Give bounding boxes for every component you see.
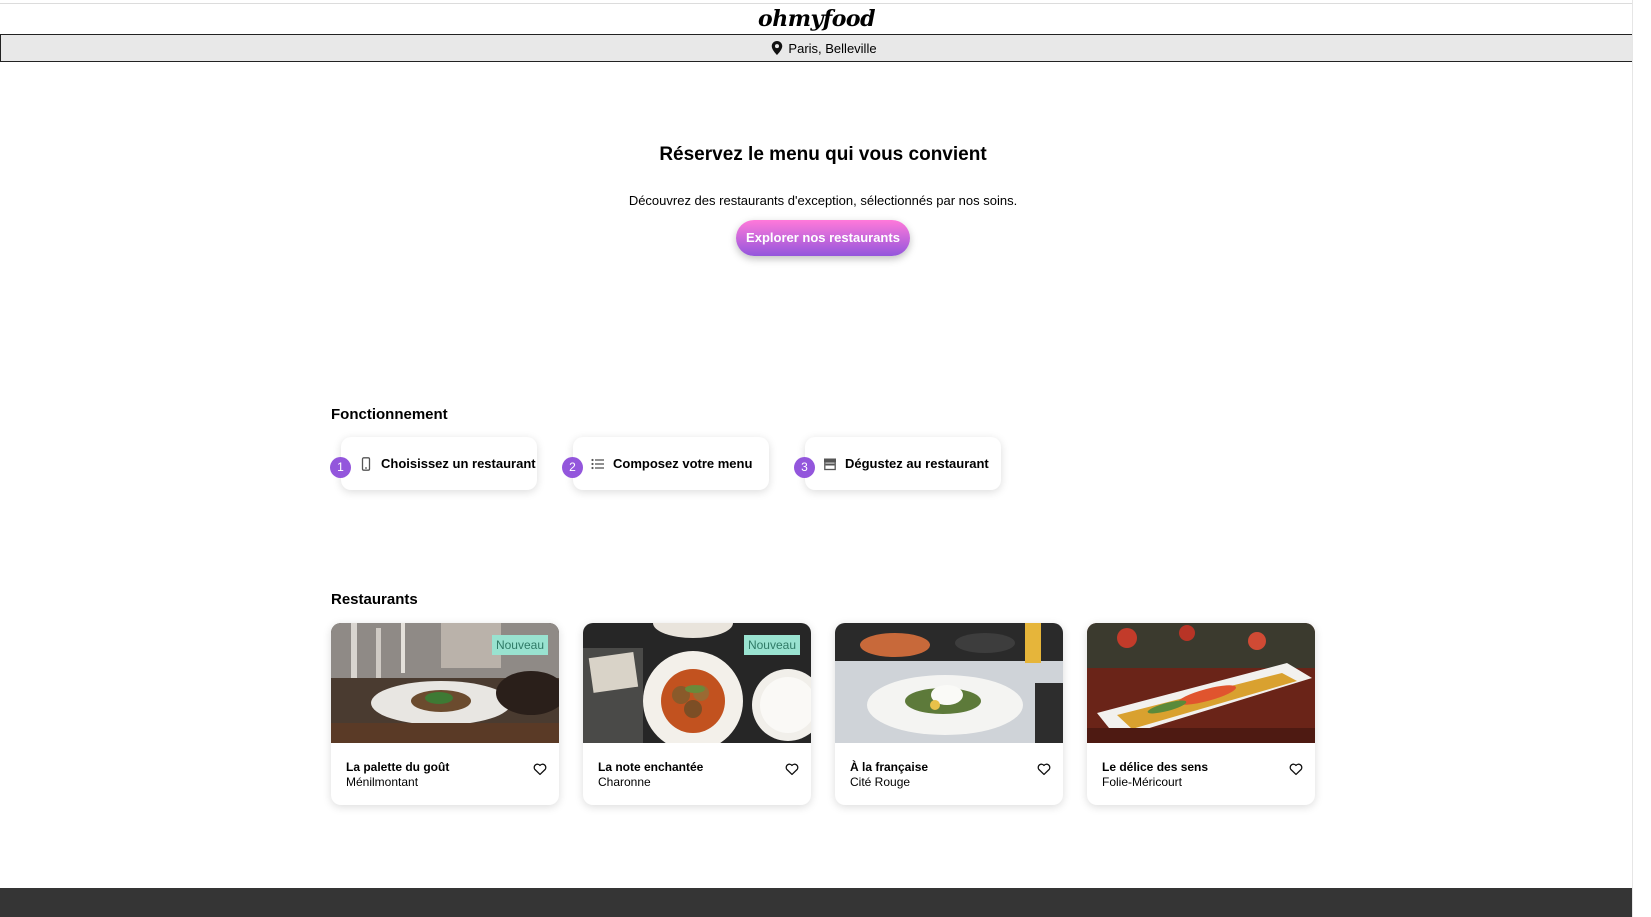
mobile-phone-icon — [361, 456, 371, 471]
restaurant-card-delice-des-sens[interactable]: Le délice des sens Folie-Méricourt — [1087, 623, 1315, 805]
page: ohmyfood Paris, Belleville Réservez le m… — [0, 0, 1651, 917]
step-compose-menu: 2 Composez votre menu — [562, 437, 769, 490]
explore-restaurants-button[interactable]: Explorer nos restaurants — [736, 220, 910, 256]
restaurant-area: Ménilmontant — [346, 775, 419, 789]
list-icon — [591, 458, 604, 469]
heart-outline-icon[interactable] — [1037, 762, 1051, 776]
restaurant-area: Cité Rouge — [850, 775, 911, 789]
hero-subtitle: Découvrez des restaurants d'exception, s… — [628, 193, 1018, 208]
restaurant-name: À la française — [850, 760, 929, 774]
step-label: Composez votre menu — [613, 456, 753, 471]
step-number: 1 — [330, 457, 351, 478]
restaurant-card-palette-du-gout[interactable]: Nouveau La palette du goût Ménilmontant — [331, 623, 559, 805]
site-header: ohmyfood — [0, 4, 1633, 34]
logo[interactable]: ohmyfood — [758, 6, 875, 32]
heart-outline-icon[interactable] — [1289, 762, 1303, 776]
restaurant-photo — [1087, 623, 1315, 743]
restaurant-list: Nouveau La palette du goût Ménilmontant — [331, 623, 1331, 808]
step-label: Dégustez au restaurant — [845, 456, 989, 471]
restaurants-title: Restaurants — [331, 591, 418, 608]
heart-outline-icon[interactable] — [785, 762, 799, 776]
step-number: 2 — [562, 457, 583, 478]
step-label: Choisissez un restaurant — [381, 456, 536, 471]
vertical-scrollbar[interactable] — [1632, 0, 1651, 917]
step-number: 3 — [794, 457, 815, 478]
new-badge: Nouveau — [491, 635, 548, 655]
restaurant-name: La palette du goût — [346, 760, 450, 774]
location-pin-icon — [772, 41, 783, 55]
step-choose-restaurant: 1 Choisissez un restaurant — [330, 437, 537, 490]
store-icon — [824, 458, 836, 470]
restaurant-name: La note enchantée — [598, 760, 704, 774]
restaurant-photo — [835, 623, 1063, 743]
hero-title: Réservez le menu qui vous convient — [659, 144, 987, 165]
location-text: Paris, Belleville — [788, 40, 877, 56]
step-enjoy-restaurant: 3 Dégustez au restaurant — [794, 437, 1001, 490]
new-badge: Nouveau — [743, 635, 800, 655]
restaurant-card-a-la-francaise[interactable]: À la française Cité Rouge — [835, 623, 1063, 805]
restaurant-area: Folie-Méricourt — [1102, 775, 1183, 789]
site-footer — [0, 888, 1651, 917]
heart-outline-icon[interactable] — [533, 762, 547, 776]
restaurant-card-note-enchantee[interactable]: Nouveau La note enchantée Charonne — [583, 623, 811, 805]
restaurant-name: Le délice des sens — [1102, 760, 1209, 774]
how-it-works-title: Fonctionnement — [331, 406, 448, 423]
location-bar: Paris, Belleville — [0, 34, 1648, 62]
hero-section: Réservez le menu qui vous convient Décou… — [0, 140, 1646, 256]
how-it-works-steps: 1 Choisissez un restaurant 2 Composez vo… — [329, 437, 1029, 493]
restaurant-area: Charonne — [598, 775, 651, 789]
